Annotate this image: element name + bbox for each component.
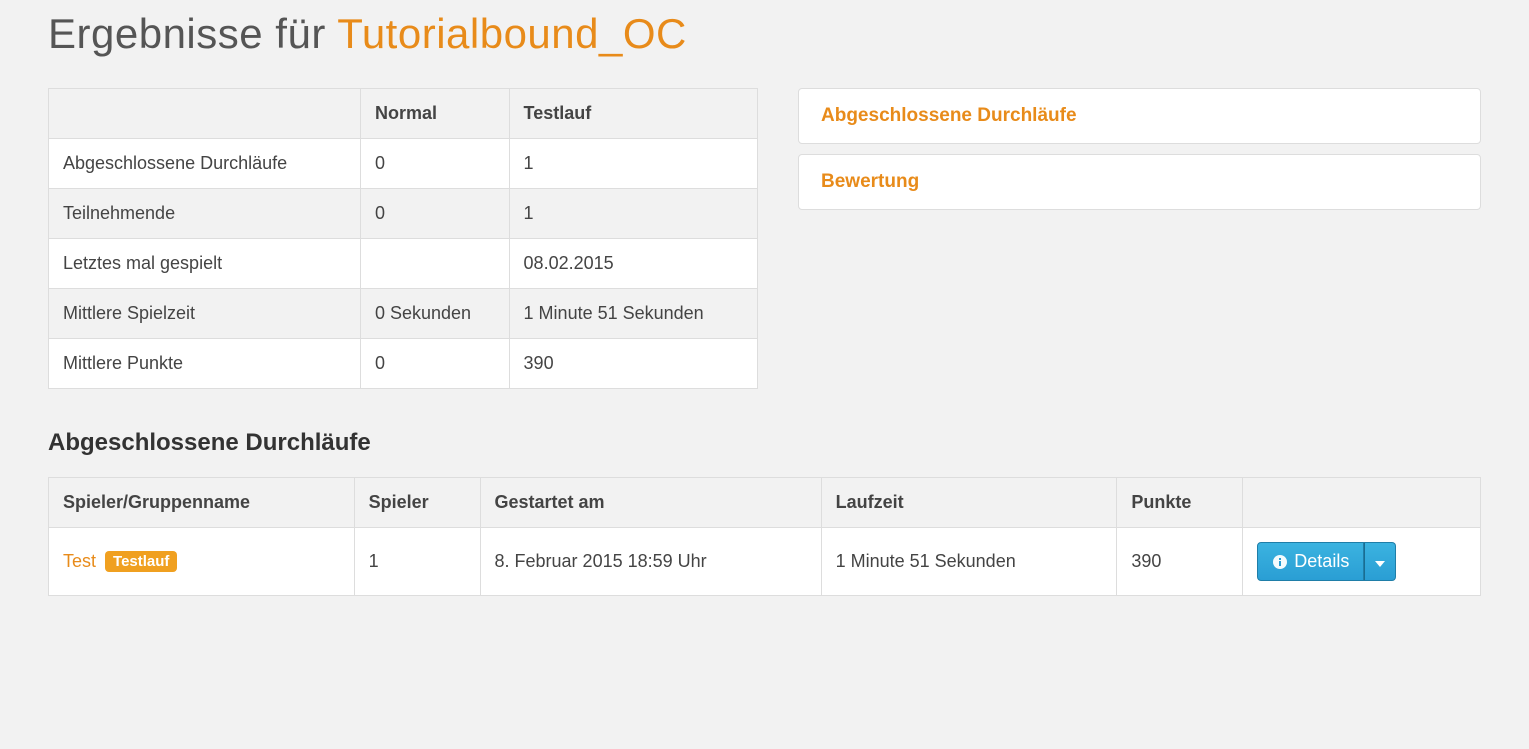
table-row: Letztes mal gespielt 08.02.2015 bbox=[49, 239, 758, 289]
stats-row-label: Mittlere Punkte bbox=[49, 339, 361, 389]
page-title: Ergebnisse für Tutorialbound_OC bbox=[48, 10, 1481, 58]
nav-panel-item: Abgeschlossene Durchläufe bbox=[798, 88, 1481, 144]
table-row: Test Testlauf 1 8. Februar 2015 18:59 Uh… bbox=[49, 528, 1481, 596]
runs-table: Spieler/Gruppenname Spieler Gestartet am… bbox=[48, 477, 1481, 596]
runs-header-actions bbox=[1243, 478, 1481, 528]
details-button-label: Details bbox=[1294, 551, 1349, 572]
nav-link-completed-runs[interactable]: Abgeschlossene Durchläufe bbox=[799, 89, 1480, 143]
stats-header-testlauf: Testlauf bbox=[509, 89, 757, 139]
run-name-link[interactable]: Test bbox=[63, 551, 96, 571]
stats-row-testlauf: 1 Minute 51 Sekunden bbox=[509, 289, 757, 339]
testlauf-badge: Testlauf bbox=[105, 551, 177, 572]
page-title-prefix: Ergebnisse für bbox=[48, 10, 337, 57]
stats-row-testlauf: 08.02.2015 bbox=[509, 239, 757, 289]
runs-header-playergroup: Spieler/Gruppenname bbox=[49, 478, 355, 528]
caret-down-icon bbox=[1375, 557, 1385, 567]
stats-row-label: Abgeschlossene Durchläufe bbox=[49, 139, 361, 189]
stats-row-testlauf: 1 bbox=[509, 189, 757, 239]
run-actions: Details bbox=[1243, 528, 1481, 596]
stats-row-label: Letztes mal gespielt bbox=[49, 239, 361, 289]
page-title-accent: Tutorialbound_OC bbox=[337, 10, 687, 57]
nav-panel-item: Bewertung bbox=[798, 154, 1481, 210]
stats-header-empty bbox=[49, 89, 361, 139]
nav-link-rating[interactable]: Bewertung bbox=[799, 155, 1480, 209]
run-started: 8. Februar 2015 18:59 Uhr bbox=[480, 528, 821, 596]
table-row: Mittlere Punkte 0 390 bbox=[49, 339, 758, 389]
stats-row-normal: 0 bbox=[360, 189, 509, 239]
stats-row-normal: 0 bbox=[360, 339, 509, 389]
stats-row-testlauf: 390 bbox=[509, 339, 757, 389]
runs-header-points: Punkte bbox=[1117, 478, 1243, 528]
stats-row-normal bbox=[360, 239, 509, 289]
stats-row-testlauf: 1 bbox=[509, 139, 757, 189]
stats-row-label: Mittlere Spielzeit bbox=[49, 289, 361, 339]
stats-row-label: Teilnehmende bbox=[49, 189, 361, 239]
section-heading-completed-runs: Abgeschlossene Durchläufe bbox=[48, 429, 1481, 457]
runs-header-started: Gestartet am bbox=[480, 478, 821, 528]
stats-header-normal: Normal bbox=[360, 89, 509, 139]
table-row: Mittlere Spielzeit 0 Sekunden 1 Minute 5… bbox=[49, 289, 758, 339]
stats-row-normal: 0 bbox=[360, 139, 509, 189]
info-icon bbox=[1272, 554, 1288, 570]
details-dropdown-toggle[interactable] bbox=[1364, 542, 1396, 581]
run-players: 1 bbox=[354, 528, 480, 596]
run-runtime: 1 Minute 51 Sekunden bbox=[821, 528, 1117, 596]
runs-header-players: Spieler bbox=[354, 478, 480, 528]
table-row: Teilnehmende 0 1 bbox=[49, 189, 758, 239]
stats-row-normal: 0 Sekunden bbox=[360, 289, 509, 339]
details-button[interactable]: Details bbox=[1257, 542, 1364, 581]
table-row: Abgeschlossene Durchläufe 0 1 bbox=[49, 139, 758, 189]
runs-header-runtime: Laufzeit bbox=[821, 478, 1117, 528]
run-points: 390 bbox=[1117, 528, 1243, 596]
run-name-cell: Test Testlauf bbox=[49, 528, 355, 596]
stats-table: Normal Testlauf Abgeschlossene Durchläuf… bbox=[48, 88, 758, 389]
